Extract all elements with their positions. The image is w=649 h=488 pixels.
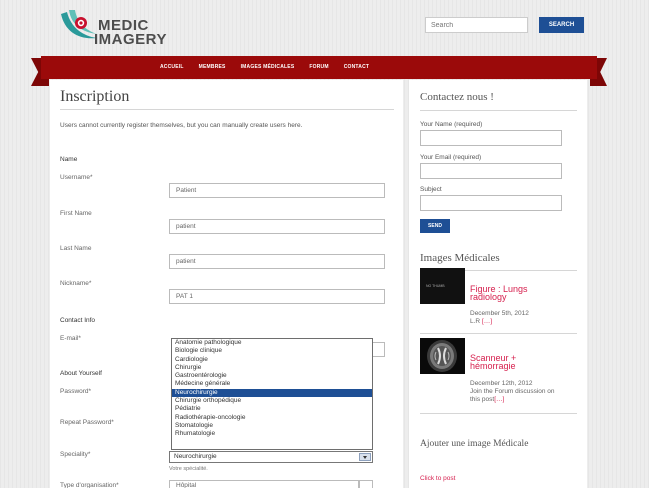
subject-label: Subject <box>420 186 442 193</box>
chevron-down-icon[interactable] <box>359 453 371 461</box>
post-excerpt-1: L.R <box>470 318 481 325</box>
username-label: Username* <box>60 174 93 181</box>
username-field[interactable]: Patient <box>169 183 385 198</box>
speciality-hint: Votre spécialité. <box>169 466 208 472</box>
title-divider <box>60 109 394 110</box>
dropdown-option[interactable]: Chirurgie <box>172 364 372 372</box>
logo-text: MEDIC IMAGERY <box>94 18 167 47</box>
your-name-label: Your Name (required) <box>420 121 483 128</box>
speciality-label: Speciality* <box>60 451 91 458</box>
site-logo[interactable]: MEDIC IMAGERY <box>57 8 177 50</box>
registration-notice: Users cannot currently register themselv… <box>60 122 303 129</box>
repeat-password-label: Repeat Password* <box>60 419 114 426</box>
post-meta-2: December 12th, 2012 Join the Forum discu… <box>470 380 555 404</box>
logo-line-2: IMAGERY <box>94 31 167 48</box>
post-title-2[interactable]: Scanneur + hémorragie <box>470 354 516 371</box>
your-name-field[interactable] <box>420 130 562 146</box>
page-title: Inscription <box>60 88 130 105</box>
dropdown-option[interactable]: Chirurgie orthopédique <box>172 397 372 405</box>
main-nav: ACCUEIL MEMBRES IMAGES MÉDICALES FORUM C… <box>160 64 384 70</box>
post-title-2-line2[interactable]: hémorragie <box>470 362 516 371</box>
first-name-label: First Name <box>60 210 92 217</box>
dropdown-option[interactable]: Biologie clinique <box>172 347 372 355</box>
dropdown-option[interactable]: Anatomie pathologique <box>172 339 372 347</box>
section-contact-info: Contact Info <box>60 317 96 324</box>
your-email-field[interactable] <box>420 163 562 179</box>
nickname-field[interactable]: PAT 1 <box>169 289 385 304</box>
email-field[interactable] <box>373 342 385 357</box>
contact-title: Contactez nous ! <box>420 91 494 103</box>
dropdown-option[interactable]: Pédiatrie <box>172 405 372 413</box>
speciality-select-value: Neurochirurgie <box>174 453 217 460</box>
speciality-dropdown-list[interactable]: Anatomie pathologique Biologie clinique … <box>171 338 373 450</box>
post-title-1[interactable]: Figure : Lungs radiology <box>470 285 528 302</box>
brain-scan-image <box>427 340 457 372</box>
search-button[interactable]: SEARCH <box>539 17 584 33</box>
section-name: Name <box>60 156 78 163</box>
dropdown-option[interactable]: Gastroentérologie <box>172 372 372 380</box>
dropdown-option[interactable]: Médecine générale <box>172 380 372 388</box>
dropdown-option-highlighted[interactable]: Neurochirurgie <box>172 388 372 398</box>
nav-item-accueil[interactable]: ACCUEIL <box>160 64 184 70</box>
send-button[interactable]: SEND <box>420 219 450 233</box>
dropdown-option[interactable]: Stomatologie <box>172 422 372 430</box>
dropdown-option[interactable]: Radiothérapie-oncologie <box>172 414 372 422</box>
dropdown-option[interactable]: Cardiologie <box>172 356 372 364</box>
nickname-label: Nickname* <box>60 280 92 287</box>
type-organisation-arrow[interactable] <box>359 480 373 488</box>
password-label: Password* <box>60 388 92 395</box>
nav-item-forum[interactable]: FORUM <box>309 64 328 70</box>
your-email-label: Your Email (required) <box>420 154 482 161</box>
dropdown-option[interactable]: Rhumatologie <box>172 430 372 438</box>
click-to-post-link[interactable]: Click to post <box>420 475 455 482</box>
last-name-field[interactable]: patient <box>169 254 385 269</box>
email-label: E-mail* <box>60 335 81 342</box>
add-image-title: Ajouter une image Médicale <box>420 439 529 449</box>
post-date-2: December 12th, 2012 <box>470 380 533 387</box>
post-thumbnail-1[interactable]: NO THUMB <box>420 268 465 304</box>
subject-field[interactable] <box>420 195 562 211</box>
search-input[interactable] <box>425 17 528 33</box>
nav-item-images-medicales[interactable]: IMAGES MÉDICALES <box>241 64 295 70</box>
nav-item-membres[interactable]: MEMBRES <box>199 64 226 70</box>
read-more-link-2[interactable]: […] <box>494 396 504 403</box>
read-more-link-1[interactable]: […] <box>482 318 492 325</box>
post-title-1-line2[interactable]: radiology <box>470 293 528 302</box>
post-divider-1 <box>420 333 577 334</box>
images-medicales-title: Images Médicales <box>420 252 500 264</box>
type-organisation-select[interactable]: Hôpital <box>169 480 359 488</box>
post-divider-2 <box>420 413 577 414</box>
logo-swoosh-icon <box>61 10 97 39</box>
first-name-field[interactable]: patient <box>169 219 385 234</box>
contact-divider <box>420 110 577 111</box>
post-thumbnail-2[interactable] <box>420 338 465 374</box>
section-about-yourself: About Yourself <box>60 370 102 377</box>
post-excerpt-2-line1: Join the Forum discussion on <box>470 388 555 395</box>
last-name-label: Last Name <box>60 245 92 252</box>
type-organisation-label: Type d'organisation* <box>60 482 119 488</box>
nav-item-contact[interactable]: CONTACT <box>344 64 369 70</box>
post-date-1: December 5th, 2012 <box>470 310 529 317</box>
post-excerpt-2-line2: this post <box>470 396 495 403</box>
no-thumb-label: NO THUMB <box>426 284 445 288</box>
speciality-select[interactable]: Neurochirurgie <box>169 451 373 463</box>
post-meta-1: December 5th, 2012 L.R […] <box>470 310 529 326</box>
